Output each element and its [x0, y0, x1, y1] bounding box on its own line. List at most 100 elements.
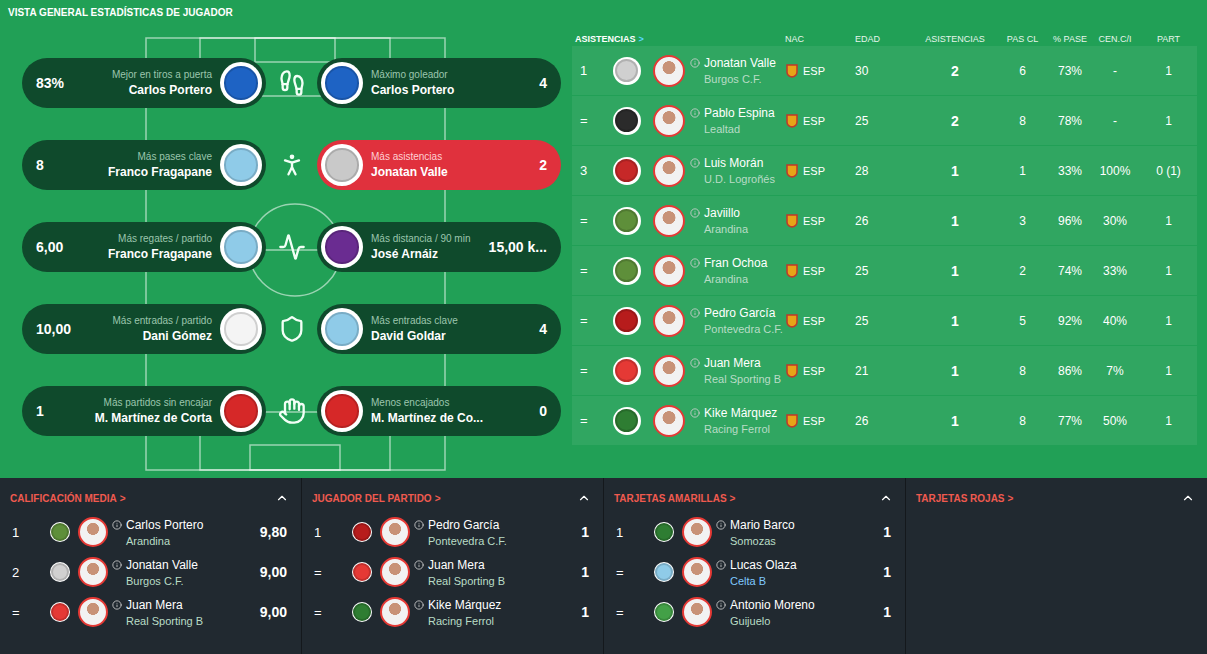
collapse-icon[interactable] [879, 491, 893, 505]
table-row[interactable]: 3Luis MoránU.D. LogroñésESP281133%100%0 … [572, 146, 1197, 195]
player-name[interactable]: Juan Mera [704, 356, 781, 370]
collapse-icon[interactable] [1181, 491, 1195, 505]
club-name[interactable]: Pontevedra C.F. [704, 323, 783, 335]
column-header[interactable]: PART [1140, 34, 1197, 44]
club-name[interactable]: Real Sporting B [126, 615, 203, 627]
column-header[interactable]: CEN.C/I [1090, 34, 1140, 44]
club-name[interactable]: Burgos C.F. [704, 73, 776, 85]
panel-row[interactable]: =Lucas OlazaCelta B1 [614, 552, 893, 592]
collapse-icon[interactable] [577, 491, 591, 505]
club-name[interactable]: Pontevedra C.F. [428, 535, 507, 547]
club-name[interactable]: Real Sporting B [428, 575, 505, 587]
club-name[interactable]: Somozas [730, 535, 795, 547]
column-header[interactable]: ASISTENCIAS [915, 34, 995, 44]
player-name[interactable]: Franco Fragapane [108, 165, 212, 179]
stat-pill[interactable]: 83%Mejor en tiros a puertaCarlos Portero [22, 58, 266, 108]
player-name[interactable]: M. Martínez de Corta [95, 411, 212, 425]
assists-title-link[interactable]: ASISTENCIAS> [572, 34, 785, 44]
panel-row[interactable]: 1Mario BarcoSomozas1 [614, 512, 893, 552]
collapse-icon[interactable] [275, 491, 289, 505]
stat-pill[interactable]: 15,00 k...Más distancia / 90 minJosé Arn… [317, 222, 561, 272]
club-name[interactable]: Celta B [730, 575, 797, 587]
player-name[interactable]: Carlos Portero [371, 83, 454, 97]
panel-row[interactable]: 2Jonatan ValleBurgos C.F.9,00 [10, 552, 289, 592]
player-name[interactable]: Pedro García [428, 518, 507, 532]
stat-pill[interactable]: 4Máximo goleadorCarlos Portero [317, 58, 561, 108]
panel-title-link[interactable]: JUGADOR DEL PARTIDO> [312, 493, 440, 504]
info-icon[interactable] [690, 356, 700, 368]
info-icon[interactable] [716, 518, 726, 530]
player-name[interactable]: Carlos Portero [126, 518, 203, 532]
panel-row[interactable]: 1Pedro GarcíaPontevedra C.F.1 [312, 512, 591, 552]
player-name[interactable]: M. Martínez de Co... [371, 411, 483, 425]
panel-row[interactable]: =Juan MeraReal Sporting B1 [312, 552, 591, 592]
table-row[interactable]: =Juan MeraReal Sporting BESP211886%7%1 [572, 346, 1197, 395]
player-name[interactable]: Franco Fragapane [108, 247, 212, 261]
panel-row[interactable]: =Antonio MorenoGuijuelo1 [614, 592, 893, 632]
stat-pill[interactable]: 4Más entradas claveDavid Goldar [317, 304, 561, 354]
player-name[interactable]: Pedro García [704, 306, 783, 320]
player-name[interactable]: José Arnáiz [371, 247, 438, 261]
club-name[interactable]: U.D. Logroñés [704, 173, 775, 185]
column-header[interactable]: % PASE [1050, 34, 1090, 44]
player-name[interactable]: Luis Morán [704, 156, 775, 170]
player-name[interactable]: Juan Mera [126, 598, 203, 612]
column-header[interactable]: NAC [785, 34, 855, 44]
stat-pill[interactable]: 8Más pases claveFranco Fragapane [22, 140, 266, 190]
player-name[interactable]: Jonatan Valle [704, 56, 776, 70]
player-name[interactable]: David Goldar [371, 329, 446, 343]
player-name[interactable]: Antonio Moreno [730, 598, 815, 612]
club-name[interactable]: Arandina [126, 535, 203, 547]
player-name[interactable]: Fran Ochoa [704, 256, 767, 270]
player-name[interactable]: Lucas Olaza [730, 558, 797, 572]
panel-title-link[interactable]: TARJETAS ROJAS> [916, 493, 1013, 504]
player-name[interactable]: Juan Mera [428, 558, 505, 572]
info-icon[interactable] [690, 406, 700, 418]
panel-title-link[interactable]: TARJETAS AMARILLAS> [614, 493, 735, 504]
table-row[interactable]: =JaviilloArandinaESP261396%30%1 [572, 196, 1197, 245]
club-name[interactable]: Racing Ferrol [704, 423, 777, 435]
table-row[interactable]: =Pablo EspinaLealtadESP252878%-1 [572, 96, 1197, 145]
column-header[interactable]: PAS CL [995, 34, 1050, 44]
info-icon[interactable] [690, 56, 700, 68]
stat-pill[interactable]: 6,00Más regates / partidoFranco Fragapan… [22, 222, 266, 272]
info-icon[interactable] [112, 598, 122, 610]
club-name[interactable]: Arandina [704, 273, 767, 285]
info-icon[interactable] [690, 106, 700, 118]
info-icon[interactable] [716, 598, 726, 610]
table-row[interactable]: =Pedro GarcíaPontevedra C.F.ESP251592%40… [572, 296, 1197, 345]
info-icon[interactable] [414, 558, 424, 570]
player-name[interactable]: Carlos Portero [129, 83, 212, 97]
player-name[interactable]: Jonatan Valle [126, 558, 198, 572]
info-icon[interactable] [112, 518, 122, 530]
panel-row[interactable]: =Juan MeraReal Sporting B9,00 [10, 592, 289, 632]
table-row[interactable]: =Kike MárquezRacing FerrolESP261877%50%1 [572, 396, 1197, 445]
player-name[interactable]: Javiillo [704, 206, 748, 220]
club-name[interactable]: Burgos C.F. [126, 575, 198, 587]
info-icon[interactable] [690, 156, 700, 168]
info-icon[interactable] [112, 558, 122, 570]
club-name[interactable]: Racing Ferrol [428, 615, 501, 627]
club-name[interactable]: Lealtad [704, 123, 775, 135]
stat-pill[interactable]: 2Más asistenciasJonatan Valle [317, 140, 561, 190]
player-name[interactable]: Jonatan Valle [371, 165, 448, 179]
info-icon[interactable] [716, 558, 726, 570]
panel-title-link[interactable]: CALIFICACIÓN MEDIA> [10, 493, 126, 504]
info-icon[interactable] [414, 598, 424, 610]
table-row[interactable]: 1Jonatan ValleBurgos C.F.ESP302673%-1 [572, 46, 1197, 95]
stat-pill[interactable]: 10,00Más entradas / partidoDani Gómez [22, 304, 266, 354]
player-name[interactable]: Mario Barco [730, 518, 795, 532]
panel-row[interactable]: 1Carlos PorteroArandina9,80 [10, 512, 289, 552]
table-row[interactable]: =Fran OchoaArandinaESP251274%33%1 [572, 246, 1197, 295]
stat-pill[interactable]: 0Menos encajadosM. Martínez de Co... [317, 386, 561, 436]
info-icon[interactable] [690, 306, 700, 318]
player-name[interactable]: Dani Gómez [143, 329, 212, 343]
column-header[interactable]: EDAD [855, 34, 915, 44]
player-name[interactable]: Kike Márquez [704, 406, 777, 420]
player-name[interactable]: Kike Márquez [428, 598, 501, 612]
info-icon[interactable] [690, 206, 700, 218]
panel-row[interactable]: =Kike MárquezRacing Ferrol1 [312, 592, 591, 632]
club-name[interactable]: Arandina [704, 223, 748, 235]
info-icon[interactable] [690, 256, 700, 268]
info-icon[interactable] [414, 518, 424, 530]
